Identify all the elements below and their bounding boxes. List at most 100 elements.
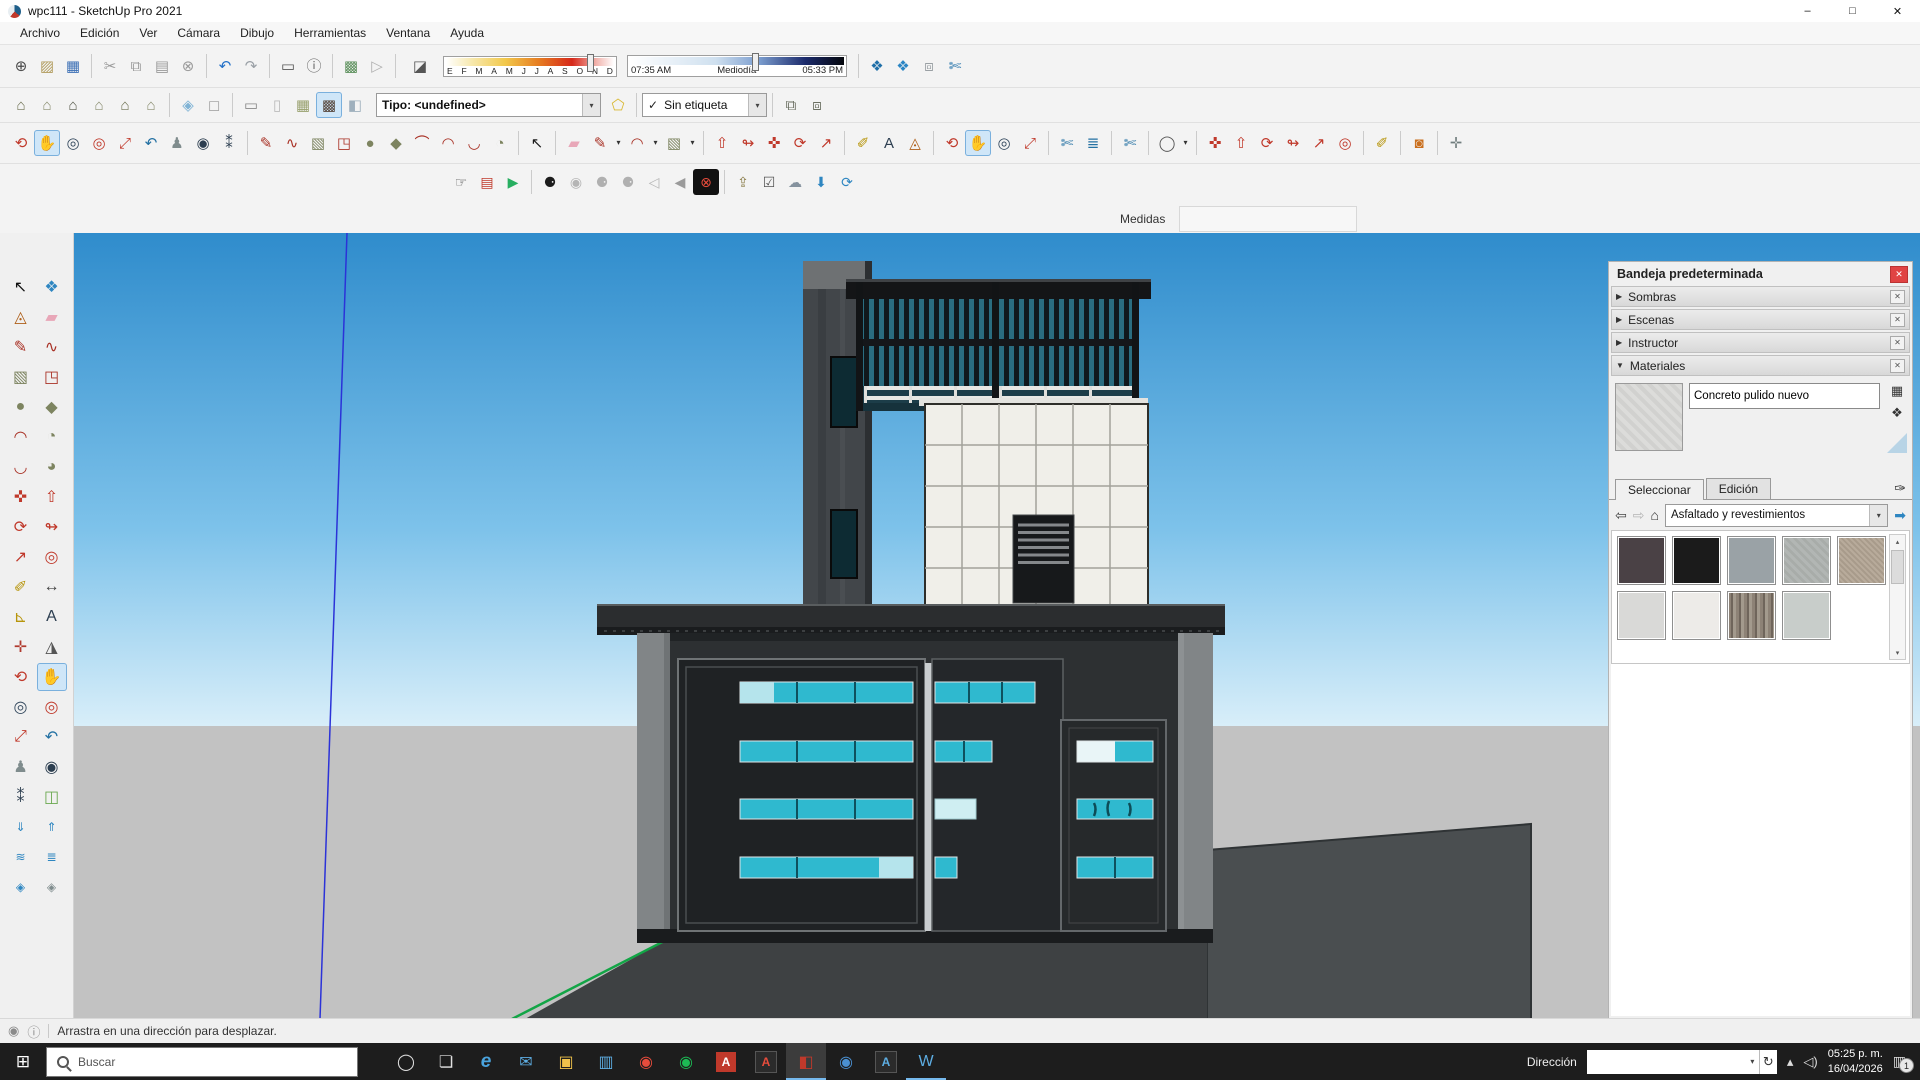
materials-scrollbar[interactable]: ▴ ▾ bbox=[1889, 534, 1906, 660]
scroll-down-icon[interactable]: ▾ bbox=[1890, 646, 1905, 659]
menu-item[interactable]: Ayuda bbox=[440, 24, 494, 42]
cortana-icon[interactable]: ◯ bbox=[386, 1043, 426, 1080]
notification-icon[interactable]: ▥ 1 bbox=[1893, 1053, 1912, 1070]
chevron-down-icon[interactable]: ▾ bbox=[1746, 1057, 1759, 1066]
two-point-arc-icon[interactable]: ◠ bbox=[435, 130, 461, 156]
measurements-input[interactable] bbox=[1179, 206, 1357, 232]
account-menu-icon[interactable]: ◯ bbox=[1154, 130, 1180, 156]
tray-expand-icon[interactable]: ▴ bbox=[1787, 1054, 1794, 1070]
rotate-icon[interactable]: ⟳ bbox=[787, 130, 813, 156]
material-swatch[interactable] bbox=[1727, 536, 1776, 585]
rotated-rectangle-icon[interactable]: ◳ bbox=[331, 130, 357, 156]
open-icon[interactable]: ▨ bbox=[34, 53, 60, 79]
address-input[interactable] bbox=[1587, 1051, 1746, 1073]
detail-arrow-icon[interactable]: ➡ bbox=[1894, 507, 1906, 524]
layers-icon[interactable]: ≣ bbox=[37, 843, 67, 871]
layers-share-icon[interactable]: ≣ bbox=[1080, 130, 1106, 156]
material-swatch[interactable] bbox=[1727, 591, 1776, 640]
delete-icon[interactable]: ⊗ bbox=[175, 53, 201, 79]
chrome-icon-2[interactable]: ◉ bbox=[826, 1043, 866, 1080]
pan-icon[interactable]: ✋ bbox=[34, 130, 60, 156]
three-point-arc-icon[interactable]: ◡ bbox=[6, 453, 36, 481]
start-button[interactable]: ⊞ bbox=[0, 1043, 46, 1080]
view-back-icon[interactable]: ⌂ bbox=[112, 92, 138, 118]
taskbar-clock[interactable]: 05:25 p. m. 16/04/2026 bbox=[1828, 1047, 1883, 1077]
tray-section-header[interactable]: ▶ Escenas ✕ bbox=[1611, 309, 1910, 330]
plugin-tools-icon[interactable]: ✄ bbox=[942, 53, 968, 79]
text-tool-icon[interactable]: A bbox=[876, 130, 902, 156]
section-close-icon[interactable]: ✕ bbox=[1890, 313, 1905, 327]
style-back-edges-icon[interactable]: ◻ bbox=[201, 92, 227, 118]
push-pull-icon-2[interactable]: ⇧ bbox=[1228, 130, 1254, 156]
material-swatch[interactable] bbox=[1782, 536, 1831, 585]
add-scene-camera-icon[interactable]: ⚈ bbox=[537, 169, 563, 195]
menu-item[interactable]: Ventana bbox=[376, 24, 440, 42]
rectangle-menu-icon[interactable]: ▧ bbox=[661, 130, 687, 156]
shadows-toggle-icon[interactable]: ◪ bbox=[407, 53, 433, 79]
eyedropper-icon[interactable]: ✑ bbox=[1894, 480, 1906, 499]
tape-measure-icon[interactable]: ✐ bbox=[850, 130, 876, 156]
edge-icon[interactable]: e bbox=[466, 1043, 506, 1080]
tab-select[interactable]: Seleccionar bbox=[1615, 479, 1704, 500]
section-plane-icon[interactable]: ◫ bbox=[37, 783, 67, 811]
move-icon[interactable]: ✜ bbox=[6, 483, 36, 511]
zoom-previous-icon[interactable]: ↶ bbox=[138, 130, 164, 156]
classifier-tag-icon[interactable]: ⬠ bbox=[605, 92, 631, 118]
paint-bucket-icon[interactable]: ◬ bbox=[902, 130, 928, 156]
arc-icon[interactable]: ⌒ bbox=[409, 130, 435, 156]
line-menu-caret[interactable]: ▾ bbox=[613, 130, 624, 156]
redo-icon[interactable]: ↷ bbox=[238, 53, 264, 79]
line-tool-icon[interactable]: ✎ bbox=[6, 333, 36, 361]
cut-icon[interactable]: ✂ bbox=[97, 53, 123, 79]
acrobat-icon[interactable]: A bbox=[706, 1043, 746, 1080]
material-adjust-icon[interactable]: ◙ bbox=[1406, 130, 1432, 156]
warehouse-download-icon[interactable]: ⇓ bbox=[6, 813, 36, 841]
frustum-solid-icon[interactable]: ◀ bbox=[667, 169, 693, 195]
select-icon[interactable]: ↖ bbox=[6, 273, 36, 301]
expanded-arrow-icon[interactable]: ▼ bbox=[1616, 361, 1624, 370]
model-viewport[interactable]: Bandeja predeterminada ✕ ▶ Sombras ✕ ▶ E… bbox=[74, 233, 1920, 1019]
model-download-icon[interactable]: ⬇ bbox=[808, 169, 834, 195]
polygon-icon[interactable]: ◆ bbox=[383, 130, 409, 156]
view-front-icon[interactable]: ⌂ bbox=[60, 92, 86, 118]
paste-icon[interactable]: ▤ bbox=[149, 53, 175, 79]
offset-icon[interactable]: ◎ bbox=[1332, 130, 1358, 156]
back-arrow-icon[interactable]: ⇦ bbox=[1615, 507, 1627, 524]
move-icon-2[interactable]: ✜ bbox=[1202, 130, 1228, 156]
undo-icon[interactable]: ↶ bbox=[212, 53, 238, 79]
hand-select-icon[interactable]: ☞ bbox=[448, 169, 474, 195]
section-close-icon[interactable]: ✕ bbox=[1890, 336, 1905, 350]
menu-item[interactable]: Edición bbox=[70, 24, 129, 42]
axes-icon[interactable]: ✛ bbox=[1443, 130, 1469, 156]
text-tool-icon[interactable]: A bbox=[37, 603, 67, 631]
copy-icon[interactable]: ⧉ bbox=[123, 53, 149, 79]
paint-bucket-icon[interactable]: ◬ bbox=[6, 303, 36, 331]
scale-icon[interactable]: ↗ bbox=[6, 543, 36, 571]
eraser-icon[interactable]: ▰ bbox=[561, 130, 587, 156]
geolocation-status-icon[interactable]: ◉ bbox=[8, 1023, 19, 1039]
style-wireframe-icon[interactable]: ▭ bbox=[238, 92, 264, 118]
follow-me-icon[interactable]: ↬ bbox=[735, 130, 761, 156]
collapsed-arrow-icon[interactable]: ▶ bbox=[1616, 315, 1622, 324]
sandbox-icon[interactable]: ◈ bbox=[6, 873, 36, 901]
chevron-down-icon[interactable]: ▾ bbox=[1869, 505, 1887, 526]
style-textured-icon[interactable]: ▩ bbox=[316, 92, 342, 118]
validate-icon[interactable]: ☑ bbox=[756, 169, 782, 195]
soften-edges-icon[interactable]: ≋ bbox=[6, 843, 36, 871]
add-material-button[interactable]: ❖ bbox=[1891, 405, 1903, 421]
month-slider-handle[interactable] bbox=[587, 54, 594, 72]
material-category-dropdown[interactable]: Asfaltado y revestimientos ▾ bbox=[1665, 504, 1888, 527]
tape-measure-icon[interactable]: ✐ bbox=[6, 573, 36, 601]
sandbox-tools-icon[interactable]: ✄ bbox=[1117, 130, 1143, 156]
warehouse-upload-icon[interactable]: ⇑ bbox=[37, 813, 67, 841]
push-pull-icon[interactable]: ⇧ bbox=[709, 130, 735, 156]
sync-icon[interactable]: ⟳ bbox=[834, 169, 860, 195]
type-dropdown[interactable]: Tipo: <undefined> ▾ bbox=[376, 93, 601, 117]
sandbox-icon-2[interactable]: ◈ bbox=[37, 873, 67, 901]
look-around-icon[interactable]: ◉ bbox=[190, 130, 216, 156]
axes-tool-icon[interactable]: ✛ bbox=[6, 633, 36, 661]
walk-icon[interactable]: ⁑ bbox=[216, 130, 242, 156]
material-swatch[interactable] bbox=[1782, 591, 1831, 640]
tray-section-header[interactable]: ▶ Sombras ✕ bbox=[1611, 286, 1910, 307]
account-caret[interactable]: ▾ bbox=[1180, 130, 1191, 156]
